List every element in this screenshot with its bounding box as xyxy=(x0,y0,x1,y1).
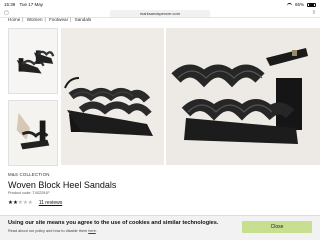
product-code: Product code: T402291F xyxy=(8,191,50,195)
product-collection: M&S COLLECTION xyxy=(8,172,50,177)
breadcrumb: Home | Women | Footwear | Sandals xyxy=(8,17,92,22)
product-title: Woven Block Heel Sandals xyxy=(8,180,117,190)
star-icon: ★ xyxy=(27,200,33,206)
sidebar-icon[interactable]: ▢ xyxy=(4,10,9,16)
url-field[interactable]: marksandspencer.com xyxy=(109,9,211,17)
share-icon[interactable]: ⇧ xyxy=(312,10,316,16)
cookie-subtext-label: Read about our policy and how to disable… xyxy=(8,229,88,233)
breadcrumb-footwear[interactable]: Footwear xyxy=(49,17,68,22)
reviews-link[interactable]: 11 reviews xyxy=(39,200,63,206)
thumbnail-image-2[interactable] xyxy=(8,100,58,166)
breadcrumb-home[interactable]: Home xyxy=(8,17,20,22)
status-bar: 15:39 Tue 17 May 65% xyxy=(0,0,320,9)
cookie-policy-link[interactable]: here xyxy=(88,229,96,233)
thumbnail-image-1[interactable] xyxy=(8,28,58,94)
battery-percent: 65% xyxy=(294,2,304,7)
wifi-icon xyxy=(286,3,292,6)
status-time: 15:39 xyxy=(4,2,16,7)
star-rating: ★★★★★ xyxy=(8,200,33,206)
breadcrumb-sandals[interactable]: Sandals xyxy=(75,17,92,22)
cookie-subtext: Read about our policy and how to disable… xyxy=(8,229,97,233)
cookie-banner: Using our site means you agree to the us… xyxy=(0,215,320,240)
product-rating: ★★★★★ 11 reviews xyxy=(8,200,62,206)
product-image-closeup[interactable] xyxy=(166,28,320,165)
cookie-message: Using our site means you agree to the us… xyxy=(8,220,219,226)
battery-icon xyxy=(307,2,316,7)
thumbnail-gallery xyxy=(8,28,58,172)
breadcrumb-women[interactable]: Women xyxy=(27,17,43,22)
close-button[interactable]: Close xyxy=(242,221,312,233)
product-image-main[interactable] xyxy=(61,28,164,165)
status-date: Tue 17 May xyxy=(19,2,44,7)
